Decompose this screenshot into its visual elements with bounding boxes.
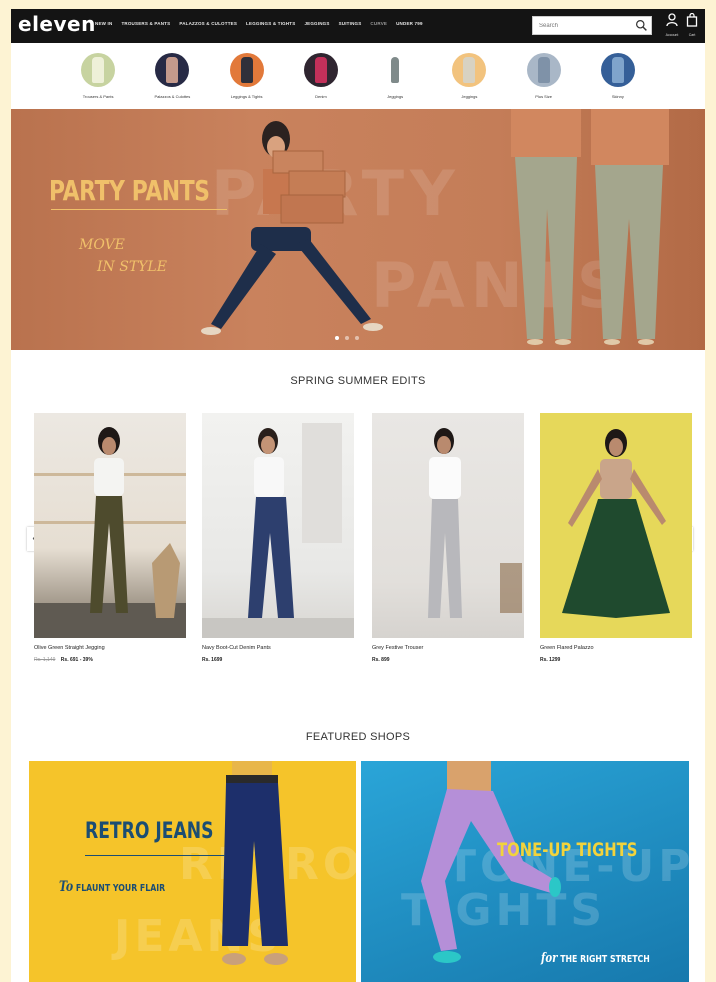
- featured-subtitle: for THE RIGHT STRETCH: [541, 951, 650, 966]
- category-label: Plus Size: [535, 94, 552, 99]
- nav-item-curve[interactable]: CURVE: [370, 21, 387, 26]
- product-name[interactable]: Grey Festive Trouser: [372, 645, 524, 651]
- product-model-illustration: [562, 429, 670, 618]
- section-title-spring-summer: SPRING SUMMER EDITS: [290, 375, 426, 387]
- product-card[interactable]: Olive Green Straight Jegging Rs. 1,149 R…: [34, 413, 186, 663]
- account-button[interactable]: Account: [664, 13, 680, 37]
- carousel-dot[interactable]: [355, 336, 359, 340]
- search-box: [532, 16, 652, 35]
- category-trousers[interactable]: Trousers & Pants: [68, 49, 128, 109]
- product-name[interactable]: Navy Boot-Cut Denim Pants: [202, 645, 354, 651]
- product-name[interactable]: Olive Green Straight Jegging: [34, 645, 186, 651]
- carousel-dot[interactable]: [335, 336, 339, 340]
- category-leggings[interactable]: Leggings & Tights: [217, 49, 277, 109]
- section-title-featured: FEATURED SHOPS: [305, 731, 411, 743]
- hero-tagline-line1: MOVE: [79, 237, 125, 253]
- page: eleven NEW IN TROUSERS & PANTS PALAZZOS …: [11, 9, 705, 982]
- category-label: Palazzos & Culottes: [154, 94, 191, 99]
- product-model-illustration: [428, 428, 522, 618]
- cart-button[interactable]: Cart: [684, 12, 700, 37]
- category-jeggings-2[interactable]: Jeggings: [439, 49, 499, 109]
- category-label: Leggings & Tights: [230, 94, 263, 99]
- category-palazzos[interactable]: Palazzos & Culottes: [142, 49, 202, 109]
- product-card[interactable]: Green Flared Palazzo Rs. 1299: [540, 413, 692, 663]
- product-price: Rs. 899: [372, 657, 524, 663]
- product-image[interactable]: [34, 413, 186, 638]
- product-card[interactable]: Grey Festive Trouser Rs. 899: [372, 413, 524, 663]
- category-image: [229, 53, 264, 87]
- category-row: Trousers & Pants Palazzos & Culottes Leg…: [11, 49, 705, 109]
- category-image: [526, 53, 561, 87]
- product-model-illustration: [202, 423, 354, 638]
- category-label: Skinny: [611, 94, 624, 99]
- category-jeggings[interactable]: Jeggings: [365, 49, 425, 109]
- product-model-illustration: [34, 427, 186, 638]
- hero-title: PARTY PANTS: [49, 174, 210, 207]
- product-sale-price: Rs. 899: [372, 657, 390, 663]
- product-image[interactable]: [372, 413, 524, 638]
- hero-tagline-line2: IN STYLE: [97, 259, 167, 275]
- category-label: Denim: [315, 94, 327, 99]
- nav-item-palazzos[interactable]: PALAZZOS & CULOTTES: [179, 21, 237, 26]
- product-sale-price: Rs. 691 - 39%: [60, 657, 93, 663]
- category-label: Trousers & Pants: [82, 94, 114, 99]
- carousel-dot[interactable]: [345, 336, 349, 340]
- hero-banner[interactable]: PARTY PANTS PARTY PANTS: [11, 109, 705, 350]
- cart-label: Cart: [688, 33, 696, 37]
- featured-title-underline: [85, 855, 225, 856]
- product-old-price: Rs. 1,149: [34, 657, 56, 663]
- product-image[interactable]: [540, 413, 692, 638]
- account-label: Account: [665, 33, 679, 37]
- category-image: [303, 53, 338, 87]
- featured-model-image: [222, 761, 288, 965]
- nav-item-new-in[interactable]: NEW IN: [95, 21, 112, 26]
- category-label: Jeggings: [387, 94, 404, 99]
- category-image: [452, 53, 487, 87]
- to-script-glyph: To: [59, 879, 74, 895]
- shopping-bag-icon: [686, 12, 698, 27]
- product-price: Rs. 1699: [202, 657, 354, 663]
- brand-logo[interactable]: eleven: [18, 12, 96, 36]
- hero-models-image: [511, 109, 669, 345]
- category-skinny[interactable]: Skinny: [588, 49, 648, 109]
- category-image: [155, 53, 190, 87]
- top-header: eleven NEW IN TROUSERS & PANTS PALAZZOS …: [11, 9, 705, 43]
- featured-subtitle-text: FLAUNT YOUR FLAIR: [75, 883, 166, 894]
- product-price: Rs. 1299: [540, 657, 692, 663]
- product-name[interactable]: Green Flared Palazzo: [540, 645, 692, 651]
- product-sale-price: Rs. 1699: [202, 657, 223, 663]
- category-label: Jeggings: [461, 94, 478, 99]
- nav-item-jeggings[interactable]: JEGGINGS: [304, 21, 329, 26]
- hero-tagline: MOVE IN STYLE: [69, 234, 167, 278]
- for-script-glyph: for: [541, 951, 558, 966]
- featured-subtitle-text: THE RIGHT STRETCH: [560, 954, 650, 965]
- product-sale-price: Rs. 1299: [540, 657, 561, 663]
- category-image: [600, 53, 635, 87]
- category-plus-size[interactable]: Plus Size: [514, 49, 574, 109]
- product-price: Rs. 1,149 Rs. 691 - 39%: [34, 657, 186, 663]
- product-image[interactable]: [202, 413, 354, 638]
- featured-title: RETRO JEANS: [85, 819, 214, 844]
- category-image: [81, 53, 116, 87]
- hero-model-image: [201, 121, 383, 335]
- featured-subtitle: To FLAUNT YOUR FLAIR: [59, 879, 165, 895]
- featured-shop-retro-jeans[interactable]: RETRO JEANS RETRO JEANS To FLAUNT YOUR F…: [29, 761, 356, 982]
- featured-title: TONE-UP TIGHTS: [497, 839, 638, 861]
- featured-model-image: [421, 761, 561, 963]
- nav-item-under-799[interactable]: UNDER 799: [396, 21, 423, 26]
- featured-shop-tone-up-tights[interactable]: TONE-UP TIGHTS TONE-UP TIGHTS for THE RI…: [361, 761, 689, 982]
- search-icon[interactable]: [635, 19, 648, 32]
- search-input[interactable]: [533, 17, 633, 34]
- hero-title-underline: [51, 209, 227, 210]
- product-carousel: ‹ › Olive Green Straight Jegging: [11, 409, 705, 689]
- user-icon: [666, 13, 678, 27]
- hero-carousel-dots: [335, 336, 359, 340]
- category-image: [378, 53, 413, 87]
- category-denim[interactable]: Denim: [291, 49, 351, 109]
- nav-item-suitings[interactable]: SUITINGS: [339, 21, 362, 26]
- product-card[interactable]: Navy Boot-Cut Denim Pants Rs. 1699: [202, 413, 354, 663]
- nav-item-leggings[interactable]: LEGGINGS & TIGHTS: [246, 21, 295, 26]
- nav-item-trousers[interactable]: TROUSERS & PANTS: [121, 21, 170, 26]
- main-nav: NEW IN TROUSERS & PANTS PALAZZOS & CULOT…: [95, 21, 423, 26]
